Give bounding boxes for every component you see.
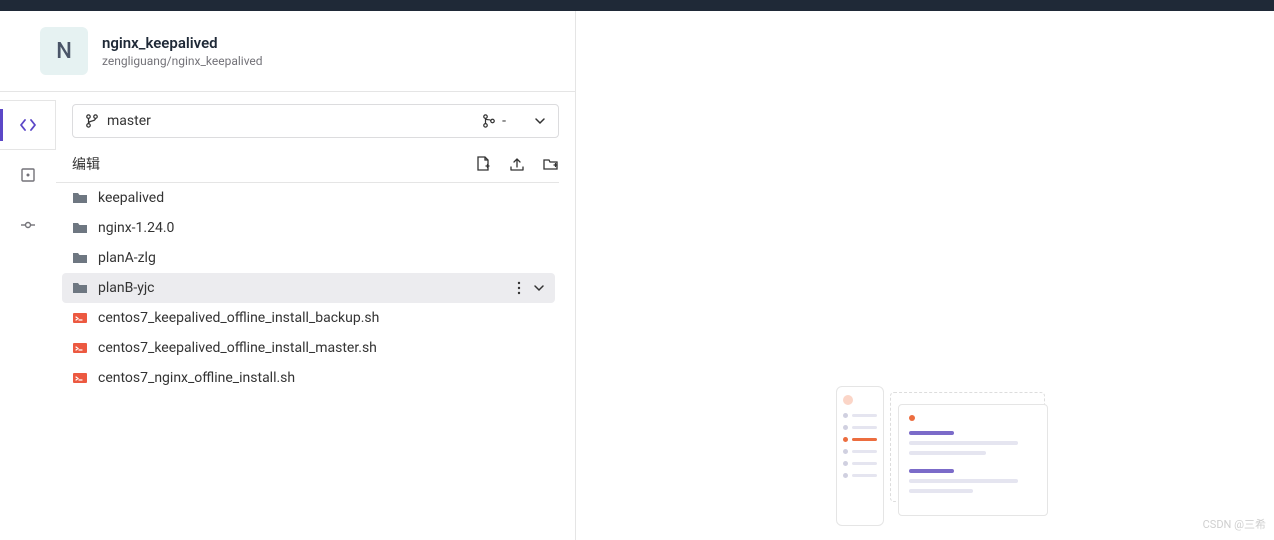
nav-code[interactable] — [0, 100, 56, 150]
file-name: nginx-1.24.0 — [98, 220, 174, 236]
branch-name: master — [107, 113, 151, 129]
code-icon — [20, 117, 36, 133]
content-panel — [576, 11, 1274, 540]
chevron-down-icon — [534, 115, 546, 127]
file-item-script[interactable]: centos7_nginx_offline_install.sh — [56, 363, 559, 393]
merge-count: - — [502, 113, 506, 129]
file-item-script[interactable]: centos7_keepalived_offline_install_backu… — [56, 303, 559, 333]
folder-icon — [72, 250, 88, 266]
terminal-icon — [72, 370, 88, 386]
more-icon[interactable] — [513, 281, 525, 295]
terminal-icon — [72, 340, 88, 356]
project-avatar[interactable]: N — [40, 27, 88, 75]
file-name: keepalived — [98, 190, 164, 206]
project-header: N nginx_keepalived zengliguang/nginx_kee… — [0, 11, 575, 92]
file-name: planA-zlg — [98, 250, 156, 266]
folder-icon — [72, 220, 88, 236]
merge-icon — [482, 114, 496, 128]
file-item-folder[interactable]: planA-zlg — [56, 243, 559, 273]
file-item-folder[interactable]: nginx-1.24.0 — [56, 213, 559, 243]
top-nav-bar — [0, 0, 1274, 11]
new-folder-icon[interactable] — [543, 156, 559, 172]
file-list: keepalived nginx-1.24.0 planA-zlg planB-… — [56, 183, 559, 393]
branch-selector[interactable]: master - — [72, 104, 559, 138]
commit-icon — [20, 217, 36, 233]
nav-item-2[interactable] — [0, 150, 56, 200]
project-name[interactable]: nginx_keepalived — [102, 34, 263, 52]
folder-icon — [72, 280, 88, 296]
side-nav — [0, 92, 56, 540]
square-dot-icon — [20, 167, 36, 183]
file-item-script[interactable]: centos7_keepalived_offline_install_maste… — [56, 333, 559, 363]
file-name: planB-yjc — [98, 280, 155, 296]
file-name: centos7_nginx_offline_install.sh — [98, 370, 295, 386]
upload-icon[interactable] — [509, 156, 525, 172]
edit-label: 编辑 — [72, 154, 100, 174]
folder-icon — [72, 190, 88, 206]
terminal-icon — [72, 310, 88, 326]
file-item-folder[interactable]: keepalived — [56, 183, 559, 213]
chevron-down-icon[interactable] — [533, 282, 545, 294]
file-name: centos7_keepalived_offline_install_backu… — [98, 310, 379, 326]
nav-commits[interactable] — [0, 200, 56, 250]
branch-icon — [85, 114, 99, 128]
watermark: CSDN @三希 — [1203, 516, 1266, 532]
file-name: centos7_keepalived_offline_install_maste… — [98, 340, 377, 356]
file-item-folder[interactable]: planB-yjc — [62, 273, 555, 303]
empty-state-illustration — [836, 386, 1056, 526]
project-path: zengliguang/nginx_keepalived — [102, 54, 263, 68]
new-file-icon[interactable] — [475, 156, 491, 172]
edit-row: 编辑 — [56, 146, 559, 183]
